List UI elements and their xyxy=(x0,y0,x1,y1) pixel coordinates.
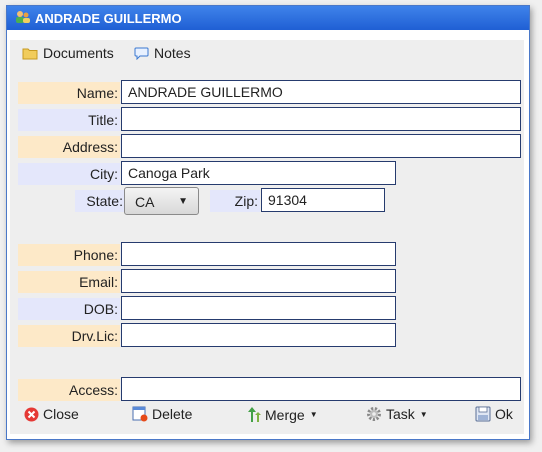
access-field[interactable] xyxy=(121,377,521,401)
delete-label: Delete xyxy=(152,406,193,422)
title-field[interactable] xyxy=(121,107,521,131)
folder-icon xyxy=(22,48,38,59)
merge-label: Merge xyxy=(265,406,305,423)
email-field[interactable] xyxy=(121,269,396,293)
drvlic-field[interactable] xyxy=(121,323,396,347)
phone-field[interactable] xyxy=(121,242,396,266)
contact-window: ANDRADE GUILLERMO Documents Notes Name: … xyxy=(6,5,530,440)
close-label: Close xyxy=(43,406,79,422)
state-value: CA xyxy=(135,194,155,210)
task-button[interactable]: Task ▼ xyxy=(366,406,428,422)
chevron-down-icon: ▼ xyxy=(178,196,188,207)
dob-label: DOB: xyxy=(18,298,120,320)
delete-doc-icon xyxy=(132,406,148,422)
address-label: Address: xyxy=(18,136,120,158)
delete-button[interactable]: Delete xyxy=(132,406,192,422)
merge-caret-icon: ▼ xyxy=(309,410,318,419)
close-button[interactable]: Close xyxy=(24,406,79,422)
save-icon xyxy=(475,406,491,422)
task-caret-icon: ▼ xyxy=(419,409,428,419)
documents-button[interactable]: Documents xyxy=(22,45,114,61)
form-body: Documents Notes Name: Title: Address: Ci… xyxy=(10,40,524,434)
title-bar[interactable]: ANDRADE GUILLERMO xyxy=(7,6,529,30)
notes-label: Notes xyxy=(154,45,191,61)
state-select[interactable]: CA ▼ xyxy=(124,187,199,215)
city-field[interactable] xyxy=(121,161,396,185)
email-label: Email: xyxy=(18,271,120,293)
state-label: State: xyxy=(75,190,125,212)
name-field[interactable] xyxy=(121,80,521,104)
name-label: Name: xyxy=(18,82,120,104)
drvlic-label: Drv.Lic: xyxy=(18,325,120,347)
phone-label: Phone: xyxy=(18,244,120,266)
notes-button[interactable]: Notes xyxy=(134,45,191,61)
speech-bubble-icon xyxy=(134,47,149,60)
zip-field[interactable] xyxy=(261,188,385,212)
people-icon xyxy=(15,10,31,27)
city-label: City: xyxy=(18,163,120,185)
title-label: Title: xyxy=(18,109,120,131)
merge-button[interactable]: Merge ▼ xyxy=(247,406,318,423)
button-bar: Close Delete Merge ▼ Task ▼ Ok xyxy=(10,402,524,428)
red-x-circle-icon xyxy=(24,407,39,421)
green-arrows-icon xyxy=(248,407,261,422)
toolbar: Documents Notes xyxy=(10,40,524,66)
documents-label: Documents xyxy=(43,45,114,61)
gear-icon xyxy=(367,407,381,421)
task-label: Task xyxy=(386,406,415,422)
access-label: Access: xyxy=(18,379,120,401)
window-title: ANDRADE GUILLERMO xyxy=(35,11,182,26)
ok-button[interactable]: Ok xyxy=(475,406,513,422)
zip-label: Zip: xyxy=(210,190,260,212)
dob-field[interactable] xyxy=(121,296,396,320)
ok-label: Ok xyxy=(495,406,513,422)
address-field[interactable] xyxy=(121,134,521,158)
